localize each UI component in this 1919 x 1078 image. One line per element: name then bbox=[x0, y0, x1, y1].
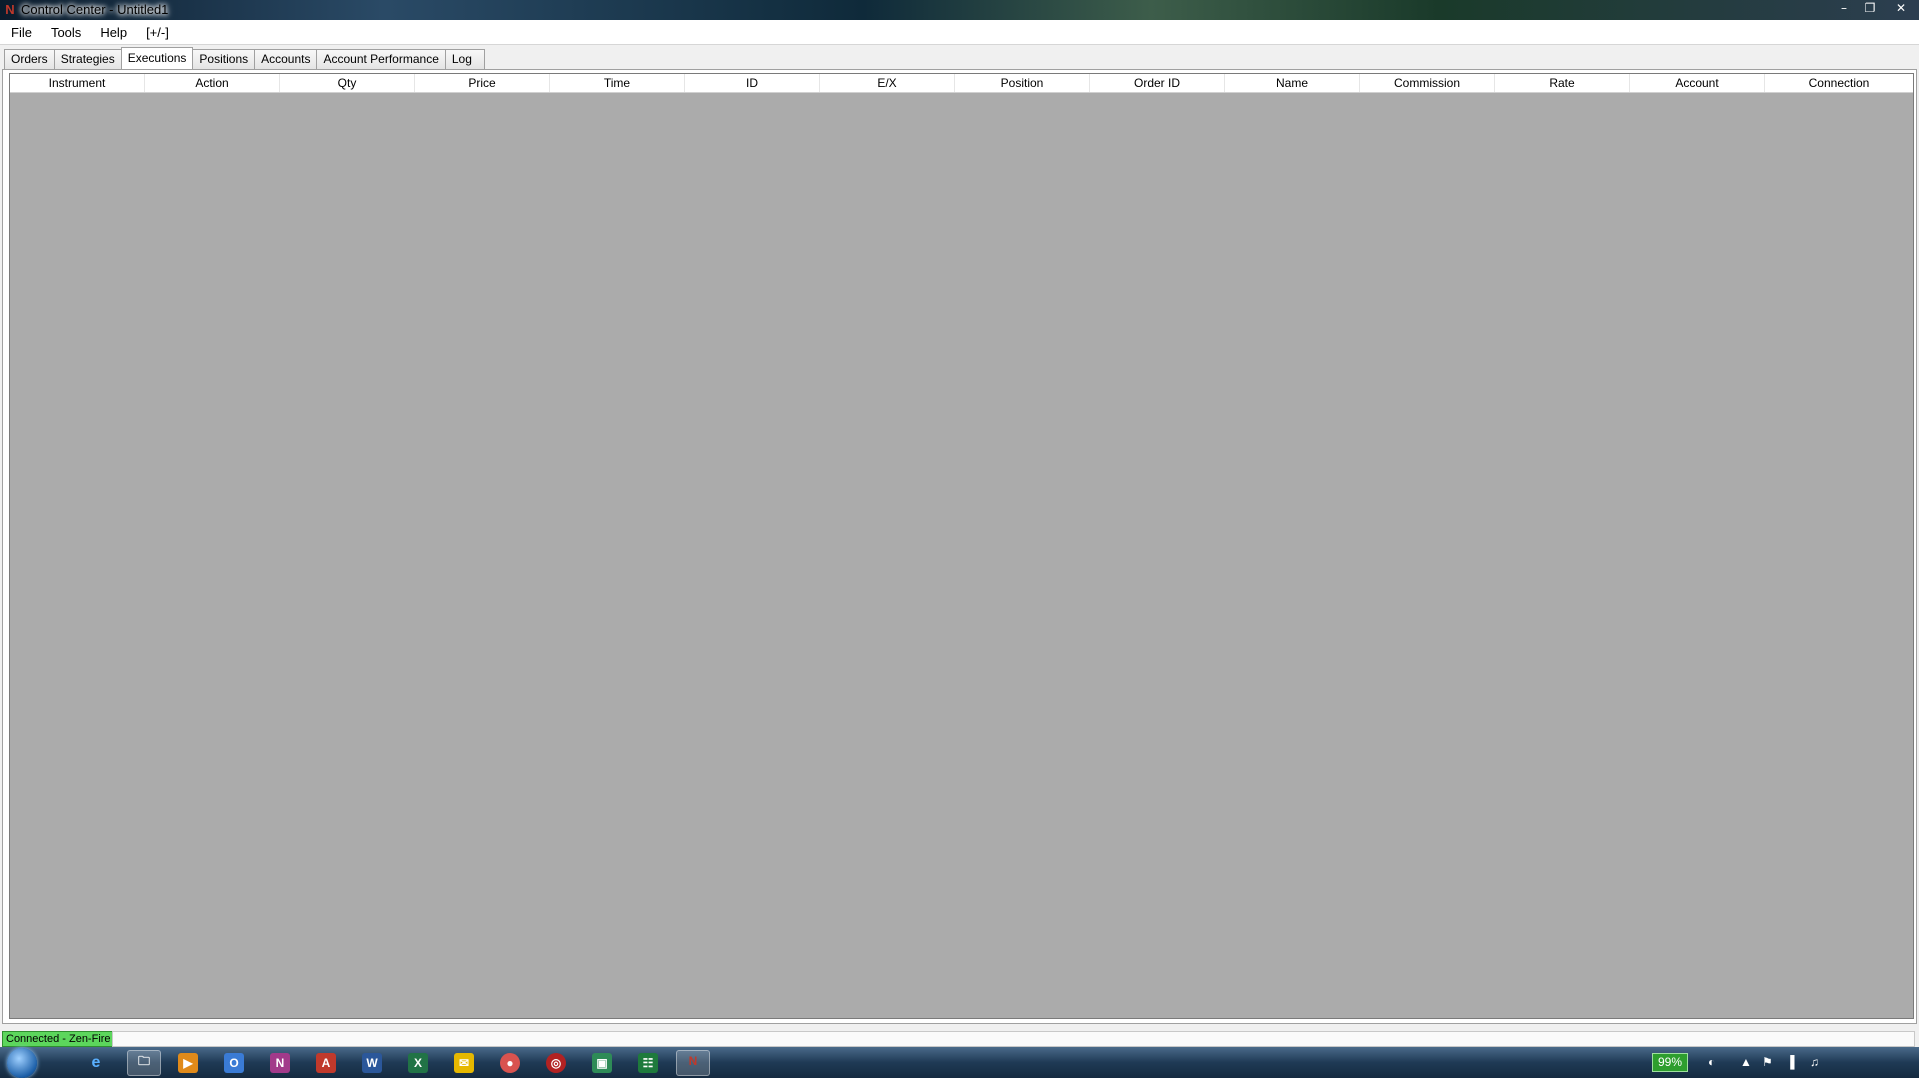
start-button-icon[interactable] bbox=[7, 1048, 37, 1078]
column-header-price[interactable]: Price bbox=[415, 74, 550, 92]
tab-accounts[interactable]: Accounts bbox=[254, 49, 318, 69]
antivirus-icon[interactable]: ◎ bbox=[546, 1053, 566, 1073]
column-header-qty[interactable]: Qty bbox=[280, 74, 415, 92]
ninjatrader-icon[interactable]: N bbox=[676, 1050, 710, 1076]
notes-icon[interactable]: N bbox=[270, 1053, 290, 1073]
tab-strip: Orders Strategies Executions Positions A… bbox=[4, 47, 485, 69]
column-header-position[interactable]: Position bbox=[955, 74, 1090, 92]
title-bar[interactable]: N Control Center - Untitled1 – ❐ ✕ bbox=[0, 0, 1919, 20]
column-header-instrument[interactable]: Instrument bbox=[10, 74, 145, 92]
menu-help[interactable]: Help bbox=[92, 25, 135, 40]
close-icon[interactable]: ✕ bbox=[1883, 0, 1919, 16]
menu-tools[interactable]: Tools bbox=[43, 25, 89, 40]
network-tool-icon[interactable]: ▣ bbox=[592, 1053, 612, 1073]
tab-positions[interactable]: Positions bbox=[192, 49, 256, 69]
word-icon[interactable]: W bbox=[362, 1053, 382, 1073]
minimize-icon[interactable]: – bbox=[1831, 0, 1857, 16]
tab-strategies[interactable]: Strategies bbox=[53, 49, 122, 69]
tray-app-icon[interactable]: ◐ bbox=[1708, 1055, 1715, 1069]
mail-icon[interactable]: ✉ bbox=[454, 1053, 474, 1073]
status-message-area bbox=[112, 1031, 1915, 1047]
status-bar: Connected - Zen-Fire bbox=[0, 1030, 1919, 1047]
battery-indicator[interactable]: 99% bbox=[1652, 1053, 1689, 1072]
volume-icon[interactable]: ♫ bbox=[1810, 1055, 1819, 1069]
spreadsheet-tool-icon[interactable]: ☷ bbox=[638, 1053, 658, 1073]
network-signal-icon[interactable]: ▐ bbox=[1786, 1055, 1795, 1069]
executions-grid[interactable]: Instrument Action Qty Price Time ID E/X … bbox=[9, 73, 1914, 1019]
column-header-commission[interactable]: Commission bbox=[1360, 74, 1495, 92]
menu-file[interactable]: File bbox=[3, 25, 40, 40]
restore-icon[interactable]: ❐ bbox=[1857, 0, 1883, 16]
tab-log[interactable]: Log bbox=[444, 49, 485, 69]
tab-account-performance[interactable]: Account Performance bbox=[316, 49, 446, 69]
column-header-name[interactable]: Name bbox=[1225, 74, 1360, 92]
column-header-order-id[interactable]: Order ID bbox=[1090, 74, 1225, 92]
pdf-icon[interactable]: A bbox=[316, 1053, 336, 1073]
action-center-icon[interactable]: ⚑ bbox=[1762, 1055, 1773, 1069]
file-explorer-icon[interactable]: 🗀 bbox=[127, 1050, 161, 1076]
menu-expand-collapse[interactable]: [+/-] bbox=[138, 25, 177, 40]
window-controls: – ❐ ✕ bbox=[1831, 0, 1919, 18]
column-header-time[interactable]: Time bbox=[550, 74, 685, 92]
column-header-rate[interactable]: Rate bbox=[1495, 74, 1630, 92]
tab-orders[interactable]: Orders bbox=[4, 49, 55, 69]
column-header-action[interactable]: Action bbox=[145, 74, 280, 92]
chrome-icon[interactable]: ● bbox=[500, 1053, 520, 1073]
column-header-connection[interactable]: Connection bbox=[1765, 74, 1913, 92]
column-header-ex[interactable]: E/X bbox=[820, 74, 955, 92]
column-header-account[interactable]: Account bbox=[1630, 74, 1765, 92]
executions-panel: Instrument Action Qty Price Time ID E/X … bbox=[2, 69, 1917, 1024]
window-title: Control Center - Untitled1 bbox=[21, 2, 169, 17]
show-hidden-icons-icon[interactable]: ▲ bbox=[1740, 1055, 1752, 1069]
connection-status: Connected - Zen-Fire bbox=[2, 1031, 115, 1047]
column-header-id[interactable]: ID bbox=[685, 74, 820, 92]
internet-explorer-icon[interactable]: e bbox=[86, 1053, 106, 1073]
excel-icon[interactable]: X bbox=[408, 1053, 428, 1073]
outlook-icon[interactable]: O bbox=[224, 1053, 244, 1073]
media-player-icon[interactable]: ▶ bbox=[178, 1053, 198, 1073]
tab-executions[interactable]: Executions bbox=[120, 47, 194, 69]
ninjatrader-logo-icon: N bbox=[5, 2, 15, 17]
grid-header: Instrument Action Qty Price Time ID E/X … bbox=[10, 74, 1913, 93]
menu-bar: File Tools Help [+/-] bbox=[0, 20, 1919, 45]
windows-taskbar: e 🗀 ▶ O N A W X ✉ ● ◎ ▣ ☷ N 99% ◐ ▲ ⚑ ▐ … bbox=[0, 1047, 1919, 1078]
